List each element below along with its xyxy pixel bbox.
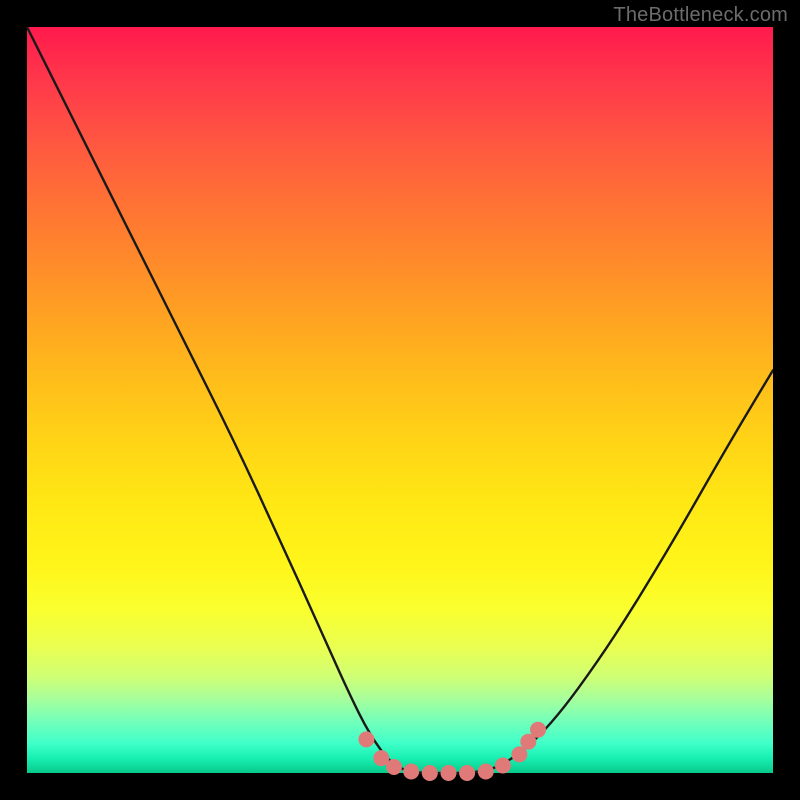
- curve-marker: [530, 722, 546, 738]
- curve-markers: [358, 722, 546, 781]
- curve-marker: [459, 765, 475, 781]
- curve-marker: [386, 759, 402, 775]
- bottleneck-curve-path: [27, 27, 773, 773]
- chart-frame: TheBottleneck.com: [0, 0, 800, 800]
- plot-area: [27, 27, 773, 773]
- curve-marker: [422, 765, 438, 781]
- watermark-text: TheBottleneck.com: [613, 4, 788, 27]
- curve-marker: [403, 764, 419, 780]
- curve-marker: [495, 758, 511, 774]
- curve-marker: [358, 731, 374, 747]
- curve-marker: [441, 765, 457, 781]
- curve-marker: [478, 764, 494, 780]
- bottleneck-curve-svg: [27, 27, 773, 773]
